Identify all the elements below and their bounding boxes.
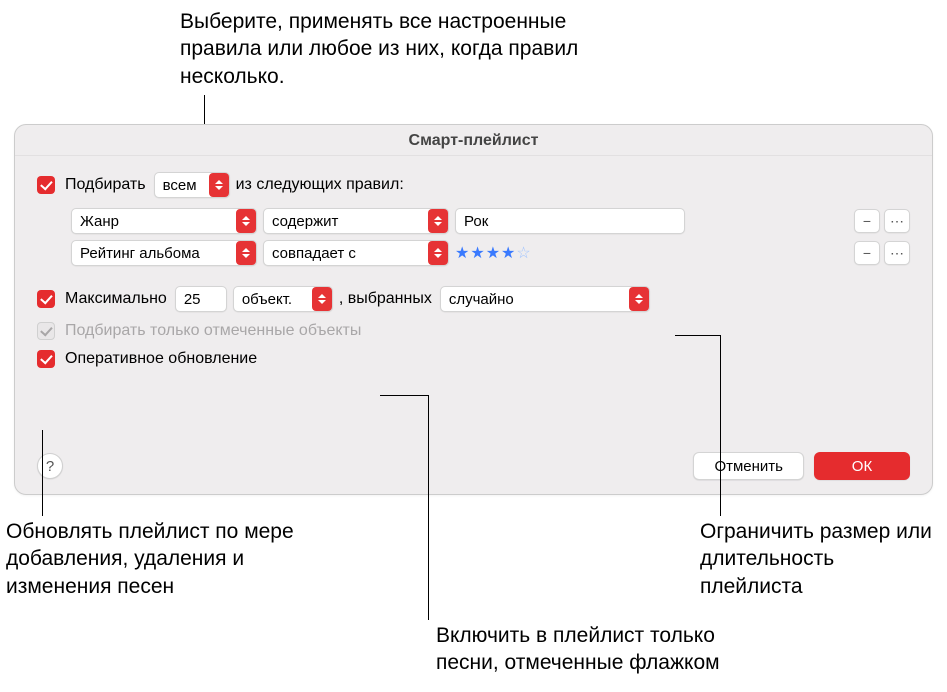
rule-star-rating[interactable]: ★★★★☆ bbox=[455, 243, 532, 263]
stepper-icon bbox=[236, 209, 256, 233]
live-update-checkbox[interactable] bbox=[37, 350, 55, 368]
callout-line-br-h bbox=[675, 335, 720, 336]
more-rule-button[interactable]: ⋯ bbox=[884, 209, 910, 233]
stepper-icon bbox=[312, 287, 332, 311]
limit-method-select[interactable]: случайно bbox=[440, 286, 650, 312]
live-update-row: Оперативное обновление bbox=[37, 350, 910, 368]
rule-op-select[interactable]: содержит bbox=[263, 208, 449, 234]
window-content: Подбирать всем из следующих правил: Жанр… bbox=[15, 156, 932, 392]
annotation-bottom-right: Ограничить размер или длительность плейл… bbox=[700, 518, 940, 600]
ok-button-label: ОК bbox=[852, 458, 872, 475]
more-rule-button[interactable]: ⋯ bbox=[884, 241, 910, 265]
limit-value-text: 25 bbox=[184, 291, 201, 308]
match-row: Подбирать всем из следующих правил: bbox=[37, 172, 910, 198]
callout-line-br-v bbox=[720, 335, 721, 516]
ok-button[interactable]: ОК bbox=[814, 452, 910, 480]
stepper-icon bbox=[236, 241, 256, 265]
callout-line-bm-v bbox=[428, 395, 429, 620]
limit-sep-label: , выбранных bbox=[339, 290, 432, 308]
remove-rule-button[interactable]: − bbox=[854, 209, 880, 233]
minus-icon: − bbox=[863, 213, 871, 229]
checked-only-checkbox bbox=[37, 322, 55, 340]
annotation-top: Выберите, применять все настроенные прав… bbox=[180, 8, 620, 90]
limit-method-value: случайно bbox=[449, 291, 623, 308]
remove-rule-button[interactable]: − bbox=[854, 241, 880, 265]
match-mode-value: всем bbox=[163, 177, 203, 194]
stepper-icon bbox=[629, 287, 649, 311]
live-update-label: Оперативное обновление bbox=[65, 350, 257, 368]
smart-playlist-window: Смарт-плейлист Подбирать всем из следующ… bbox=[14, 124, 933, 495]
stepper-icon bbox=[209, 173, 229, 197]
stepper-icon bbox=[428, 209, 448, 233]
callout-line-bm-h bbox=[380, 395, 428, 396]
rule-op-select[interactable]: совпадает с bbox=[263, 240, 449, 266]
limit-checkbox[interactable] bbox=[37, 290, 55, 308]
cancel-button[interactable]: Отменить bbox=[693, 452, 804, 480]
window-title: Смарт-плейлист bbox=[15, 125, 932, 156]
stepper-icon bbox=[428, 241, 448, 265]
help-button[interactable]: ? bbox=[37, 453, 63, 479]
limit-label: Максимально bbox=[65, 290, 167, 308]
rule-row: Рейтинг альбома совпадает с ★★★★☆ − ⋯ bbox=[71, 240, 910, 266]
checked-only-label: Подбирать только отмеченные объекты bbox=[65, 322, 361, 340]
more-icon: ⋯ bbox=[890, 245, 904, 262]
rule-value-text: Рок bbox=[464, 213, 488, 230]
annotation-bottom-middle: Включить в плейлист только песни, отмече… bbox=[436, 622, 776, 677]
match-checkbox[interactable] bbox=[37, 176, 55, 194]
rule-value-input[interactable]: Рок bbox=[455, 208, 685, 234]
minus-icon: − bbox=[863, 245, 871, 261]
cancel-button-label: Отменить bbox=[714, 458, 783, 475]
limit-unit-value: объект. bbox=[242, 291, 306, 308]
match-suffix-label: из следующих правил: bbox=[236, 176, 404, 194]
more-icon: ⋯ bbox=[890, 213, 904, 230]
dialog-footer: ? Отменить ОК bbox=[37, 452, 910, 480]
callout-line-bl bbox=[42, 430, 43, 516]
checked-only-row: Подбирать только отмеченные объекты bbox=[37, 322, 910, 340]
limit-unit-select[interactable]: объект. bbox=[233, 286, 333, 312]
rule-field-select[interactable]: Жанр bbox=[71, 208, 257, 234]
help-icon: ? bbox=[46, 458, 54, 475]
rule-op-value: совпадает с bbox=[272, 245, 422, 262]
rule-field-value: Рейтинг альбома bbox=[80, 245, 230, 262]
match-mode-select[interactable]: всем bbox=[154, 172, 230, 198]
limit-row: Максимально 25 объект. , выбранных случа… bbox=[37, 286, 910, 312]
annotation-bottom-left: Обновлять плейлист по мере добавления, у… bbox=[6, 518, 316, 600]
rule-field-value: Жанр bbox=[80, 213, 230, 230]
rule-row: Жанр содержит Рок − ⋯ bbox=[71, 208, 910, 234]
rule-field-select[interactable]: Рейтинг альбома bbox=[71, 240, 257, 266]
rule-op-value: содержит bbox=[272, 213, 422, 230]
limit-value-input[interactable]: 25 bbox=[175, 286, 227, 312]
match-prefix-label: Подбирать bbox=[65, 176, 146, 194]
